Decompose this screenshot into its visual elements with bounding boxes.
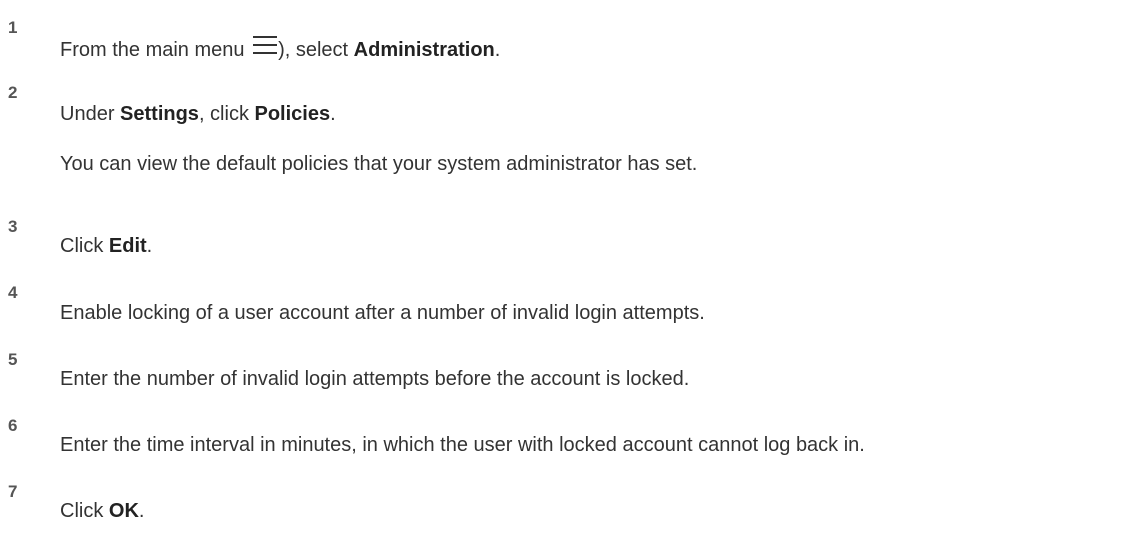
step-text-part: From the main menu	[60, 39, 251, 61]
step-number: 3	[8, 217, 18, 236]
step-text: Click OK.	[60, 500, 144, 523]
step-note: You can view the default policies that y…	[60, 153, 698, 175]
hamburger-menu-icon	[253, 36, 278, 56]
ui-term-edit: Edit	[108, 235, 147, 257]
step-text-part: , click	[198, 103, 255, 125]
step-text-part: Under	[60, 103, 121, 125]
step-number: 4	[8, 283, 18, 302]
ui-term-settings: Settings	[120, 103, 199, 125]
step-number: 1	[8, 18, 18, 37]
step-text-part: .	[330, 103, 336, 125]
step-number: 2	[8, 83, 18, 102]
step-text-part: Click	[60, 235, 109, 257]
step-text-part: .	[138, 500, 145, 522]
step-text-part: ), select	[278, 39, 354, 61]
step-number: 7	[8, 482, 18, 501]
step-number: 5	[8, 350, 18, 369]
ui-term-policies: Policies	[254, 103, 331, 125]
step-text: From the main menu ), select Administrat…	[60, 36, 500, 62]
step-text: Enter the number of invalid login attemp…	[60, 368, 690, 390]
step-text: Enter the time interval in minutes, in w…	[60, 434, 865, 456]
step-text-part: .	[494, 39, 501, 61]
ui-term-administration: Administration	[353, 39, 495, 61]
step-text-part: Click	[60, 500, 109, 522]
step-text: Under Settings, click Policies.	[60, 103, 336, 126]
step-number: 6	[8, 416, 18, 435]
step-text-part: .	[146, 235, 153, 257]
ui-term-ok: OK	[108, 500, 139, 522]
step-text: Click Edit.	[60, 235, 152, 258]
step-text: Enable locking of a user account after a…	[60, 302, 705, 324]
